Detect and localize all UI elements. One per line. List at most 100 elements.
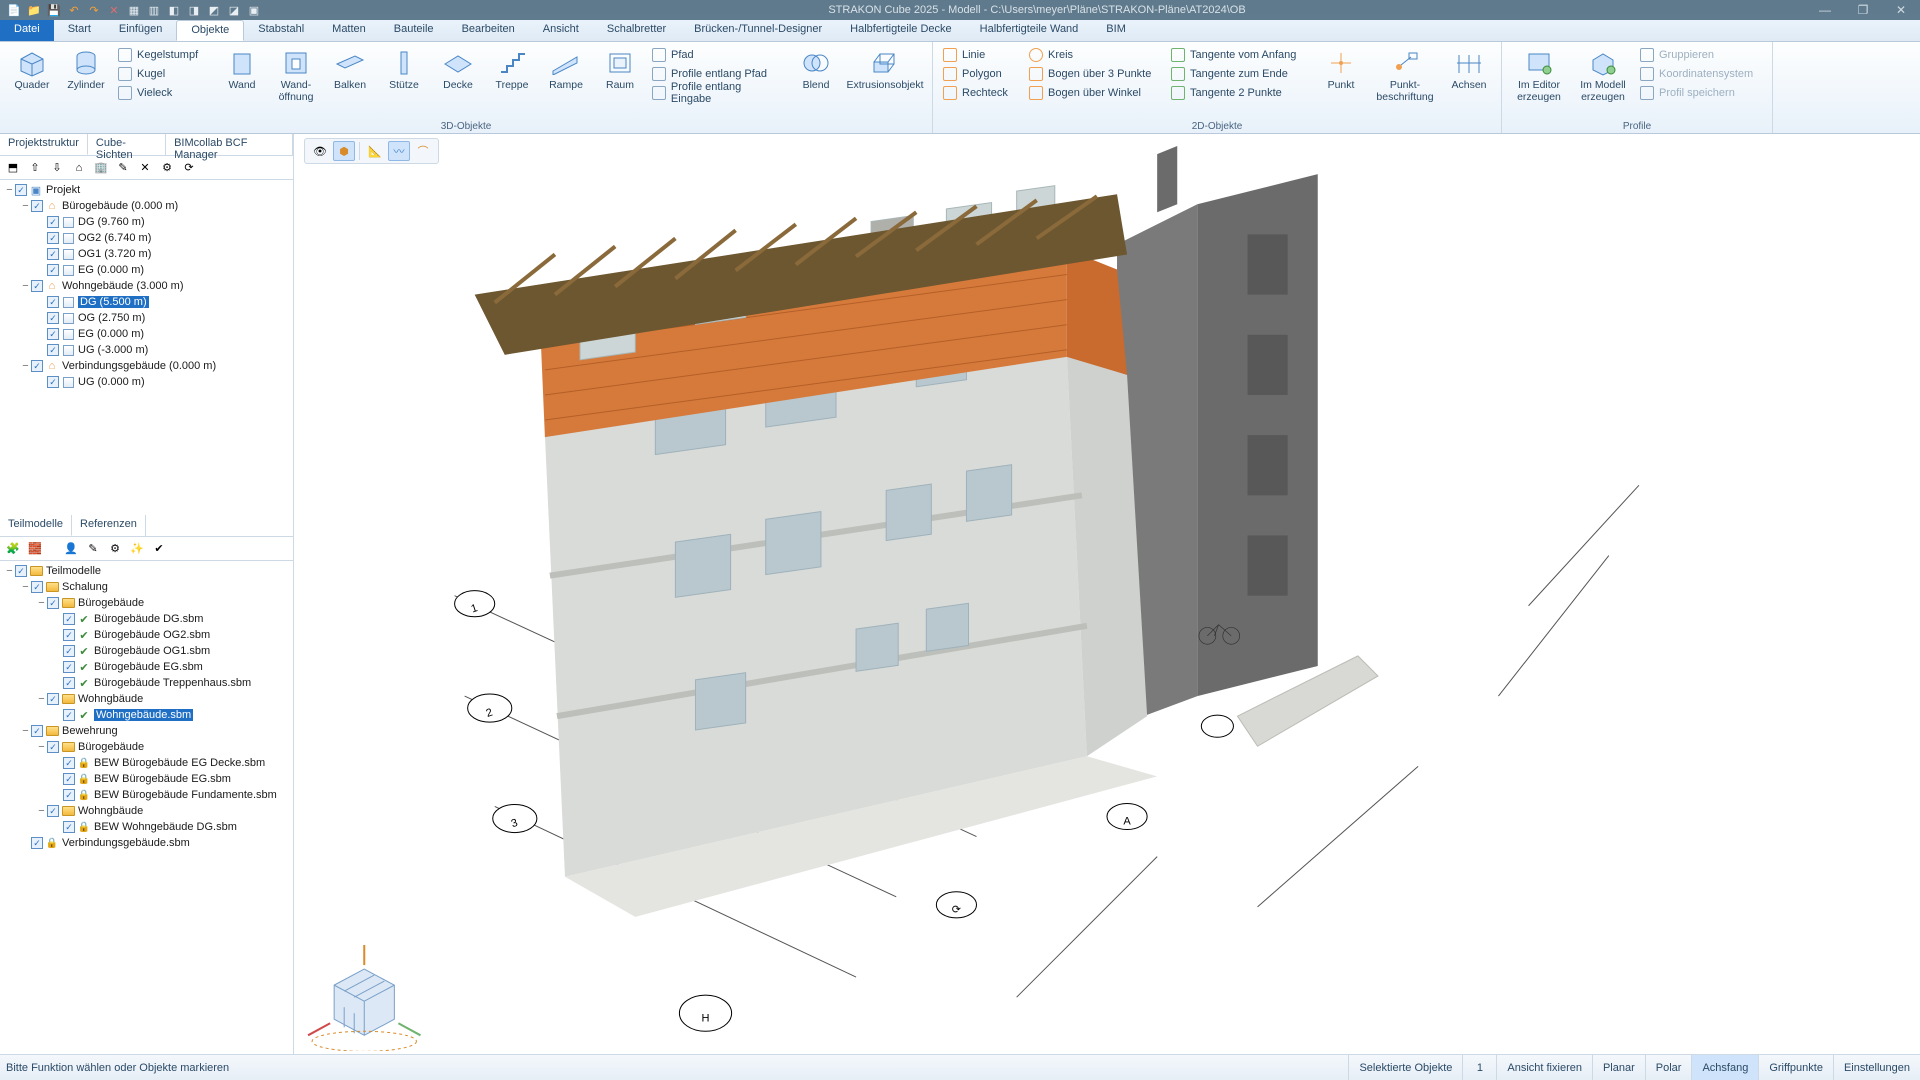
tree-checkbox[interactable]: ✓ <box>63 709 75 721</box>
ribbon-kugel[interactable]: Kugel <box>114 65 214 83</box>
tree-item[interactable]: −✓Wohngbäude <box>0 691 293 707</box>
tree-tool-icon[interactable]: ✕ <box>136 159 154 177</box>
ribbon-vieleck[interactable]: Vieleck <box>114 84 214 102</box>
tree-checkbox[interactable]: ✓ <box>47 344 59 356</box>
qat-btn-icon[interactable]: ◪ <box>226 2 242 18</box>
tree-tool-icon[interactable]: ⚙ <box>106 540 124 558</box>
file-tab[interactable]: Datei <box>0 20 54 41</box>
status-griffpunkte[interactable]: Griffpunkte <box>1758 1055 1833 1080</box>
tree-checkbox[interactable]: ✓ <box>63 821 75 833</box>
tree-checkbox[interactable]: ✓ <box>47 693 59 705</box>
ribbon-modell-erzeugen[interactable]: Im Modell erzeugen <box>1572 44 1634 107</box>
tree-checkbox[interactable]: ✓ <box>47 741 59 753</box>
ribbon-rampe[interactable]: Rampe <box>540 44 592 96</box>
tree-item[interactable]: ✓OG1 (3.720 m) <box>0 246 293 262</box>
ribbon-tang-anfang[interactable]: Tangente vom Anfang <box>1167 46 1313 64</box>
menu-tab-stabstahl[interactable]: Stabstahl <box>244 20 318 41</box>
tree-checkbox[interactable]: ✓ <box>31 360 43 372</box>
tree-tool-icon[interactable]: ⟳ <box>180 159 198 177</box>
ribbon-tang-2p[interactable]: Tangente 2 Punkte <box>1167 84 1313 102</box>
tree-item[interactable]: ✓EG (0.000 m) <box>0 262 293 278</box>
menu-tab-bearbeiten[interactable]: Bearbeiten <box>448 20 529 41</box>
status-fix-view[interactable]: Ansicht fixieren <box>1496 1055 1592 1080</box>
tab-referenzen[interactable]: Referenzen <box>72 515 146 536</box>
tree-checkbox[interactable]: ✓ <box>31 280 43 292</box>
tree-twisty-icon[interactable]: − <box>20 581 31 593</box>
close-button[interactable]: ✕ <box>1882 0 1920 20</box>
tree-twisty-icon[interactable]: − <box>4 184 15 196</box>
ribbon-treppe[interactable]: Treppe <box>486 44 538 96</box>
ribbon-kreis[interactable]: Kreis <box>1025 46 1165 64</box>
ribbon-quader[interactable]: Quader <box>6 44 58 96</box>
tree-twisty-icon[interactable]: − <box>36 693 47 705</box>
menu-tab-halbfertigteile decke[interactable]: Halbfertigteile Decke <box>836 20 966 41</box>
tree-checkbox[interactable]: ✓ <box>63 789 75 801</box>
tree-item[interactable]: ✓DG (9.760 m) <box>0 214 293 230</box>
tree-checkbox[interactable]: ✓ <box>47 296 59 308</box>
tree-checkbox[interactable]: ✓ <box>47 328 59 340</box>
tree-tool-icon[interactable]: ⬒ <box>4 159 22 177</box>
ribbon-polygon[interactable]: Polygon <box>939 65 1023 83</box>
qat-btn-icon[interactable]: ▥ <box>146 2 162 18</box>
status-einstellungen[interactable]: Einstellungen <box>1833 1055 1920 1080</box>
tree-item[interactable]: ✓🔒BEW Wohngebäude DG.sbm <box>0 819 293 835</box>
qat-btn-icon[interactable]: ◧ <box>166 2 182 18</box>
ribbon-raum[interactable]: Raum <box>594 44 646 96</box>
tree-item[interactable]: ✓🔒BEW Bürogebäude EG.sbm <box>0 771 293 787</box>
tree-tool-icon[interactable]: ⚙ <box>158 159 176 177</box>
tree-item[interactable]: ✓✔Bürogebäude OG1.sbm <box>0 643 293 659</box>
ribbon-decke[interactable]: Decke <box>432 44 484 96</box>
tree-twisty-icon[interactable]: − <box>20 280 31 292</box>
tree-tool-icon[interactable]: ✨ <box>128 540 146 558</box>
tree-item[interactable]: ✓🔒BEW Bürogebäude EG Decke.sbm <box>0 755 293 771</box>
tree-checkbox[interactable]: ✓ <box>63 757 75 769</box>
tab-cube-sichten[interactable]: Cube-Sichten <box>88 134 166 155</box>
ribbon-bogenw[interactable]: Bogen über Winkel <box>1025 84 1165 102</box>
project-tree[interactable]: −✓▣Projekt−✓⌂Bürogebäude (0.000 m)✓DG (9… <box>0 180 293 515</box>
menu-tab-matten[interactable]: Matten <box>318 20 380 41</box>
tree-tool-icon[interactable]: ✎ <box>84 540 102 558</box>
ribbon-linie[interactable]: Linie <box>939 46 1023 64</box>
tree-item[interactable]: −✓⌂Verbindungsgebäude (0.000 m) <box>0 358 293 374</box>
menu-tab-bim[interactable]: BIM <box>1092 20 1140 41</box>
tree-twisty-icon[interactable]: − <box>36 597 47 609</box>
tree-item[interactable]: ✓✔Bürogebäude Treppenhaus.sbm <box>0 675 293 691</box>
tab-teilmodelle[interactable]: Teilmodelle <box>0 515 72 536</box>
tree-item[interactable]: −✓⌂Wohngebäude (3.000 m) <box>0 278 293 294</box>
ribbon-extrusion[interactable]: Extrusionsobjekt <box>844 44 926 96</box>
menu-tab-einfügen[interactable]: Einfügen <box>105 20 176 41</box>
tree-item[interactable]: ✓UG (0.000 m) <box>0 374 293 390</box>
tree-checkbox[interactable]: ✓ <box>63 661 75 673</box>
tree-item[interactable]: ✓🔒BEW Bürogebäude Fundamente.sbm <box>0 787 293 803</box>
qat-btn-icon[interactable]: ◨ <box>186 2 202 18</box>
tree-item[interactable]: ✓✔Bürogebäude DG.sbm <box>0 611 293 627</box>
tree-checkbox[interactable]: ✓ <box>47 216 59 228</box>
tree-checkbox[interactable]: ✓ <box>63 645 75 657</box>
qat-redo-icon[interactable]: ↷ <box>86 2 102 18</box>
menu-tab-halbfertigteile wand[interactable]: Halbfertigteile Wand <box>966 20 1093 41</box>
teilmodelle-tree[interactable]: −✓Teilmodelle−✓Schalung−✓Bürogebäude✓✔Bü… <box>0 561 293 1054</box>
tree-checkbox[interactable]: ✓ <box>63 629 75 641</box>
ribbon-kegelstumpf[interactable]: Kegelstumpf <box>114 46 214 64</box>
tree-item[interactable]: ✓🔒Verbindungsgebäude.sbm <box>0 835 293 851</box>
tree-item[interactable]: ✓DG (5.500 m) <box>0 294 293 310</box>
menu-tab-bauteile[interactable]: Bauteile <box>380 20 448 41</box>
tree-checkbox[interactable]: ✓ <box>47 232 59 244</box>
ribbon-wand[interactable]: Wand <box>216 44 268 96</box>
tree-twisty-icon[interactable]: − <box>20 360 31 372</box>
ribbon-achsen[interactable]: Achsen <box>1443 44 1495 96</box>
tree-checkbox[interactable]: ✓ <box>15 565 27 577</box>
ribbon-balken[interactable]: Balken <box>324 44 376 96</box>
menu-tab-ansicht[interactable]: Ansicht <box>529 20 593 41</box>
tree-checkbox[interactable]: ✓ <box>31 837 43 849</box>
tree-tool-icon[interactable]: 🏢 <box>92 159 110 177</box>
tree-item[interactable]: −✓Bewehrung <box>0 723 293 739</box>
menu-tab-schalbretter[interactable]: Schalbretter <box>593 20 680 41</box>
viewport-3d[interactable]: 👁 ⬢ 📐 〰 ⌒ 3 2 1 H ⟳ A <box>294 134 1920 1054</box>
status-polar[interactable]: Polar <box>1645 1055 1692 1080</box>
menu-tab-brücken-/tunnel-designer[interactable]: Brücken-/Tunnel-Designer <box>680 20 836 41</box>
menu-tab-start[interactable]: Start <box>54 20 105 41</box>
tree-checkbox[interactable]: ✓ <box>15 184 27 196</box>
tree-checkbox[interactable]: ✓ <box>31 200 43 212</box>
tree-twisty-icon[interactable]: − <box>36 741 47 753</box>
